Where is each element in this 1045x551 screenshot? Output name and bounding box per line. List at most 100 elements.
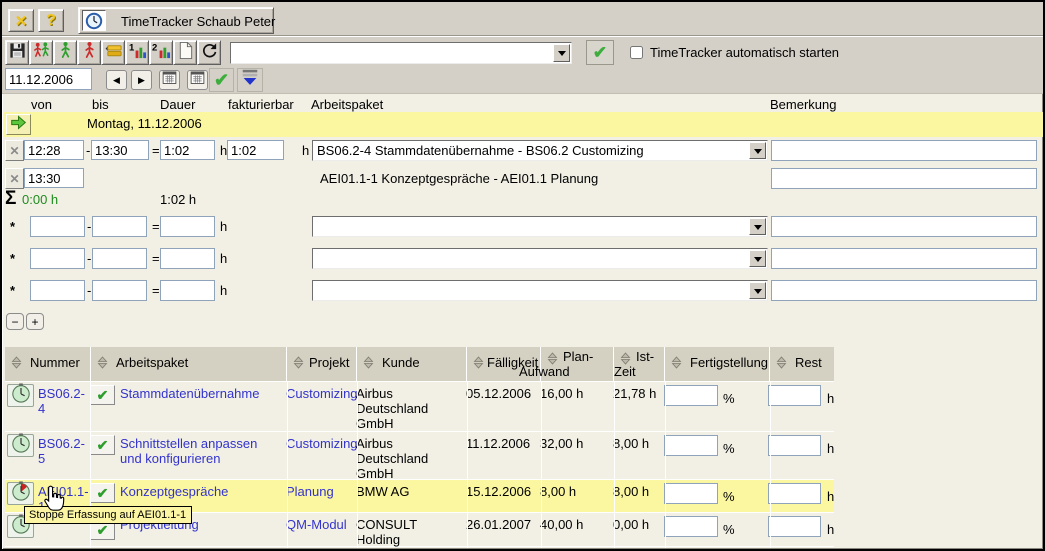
bemerkung-input[interactable] xyxy=(771,168,1037,189)
table-header-rest[interactable]: Rest xyxy=(770,347,834,381)
delete-entry-button[interactable]: ✕ xyxy=(5,140,24,161)
rest-input[interactable] xyxy=(768,435,821,456)
start-recording-button[interactable] xyxy=(53,40,77,65)
table-header-arbeitspaket[interactable]: Arbeitspaket xyxy=(91,347,287,381)
sort-icon[interactable] xyxy=(776,356,787,374)
refresh-button[interactable] xyxy=(197,40,221,65)
table-header-kunde[interactable]: Kunde xyxy=(357,347,467,381)
remove-row-button[interactable]: − xyxy=(6,313,24,330)
stop-recording-button[interactable] xyxy=(77,40,101,65)
fertigstellung-input[interactable] xyxy=(664,385,718,406)
arbeitspaket-combobox[interactable]: BS06.2-4 Stammdatenübernahme - BS06.2 Cu… xyxy=(312,140,768,161)
bemerkung-input[interactable] xyxy=(771,280,1037,301)
sort-icon[interactable] xyxy=(293,356,304,374)
nummer-link[interactable]: BS06.2-4 xyxy=(38,386,88,416)
von-input[interactable] xyxy=(30,280,85,301)
combobox-arrow-button[interactable] xyxy=(749,250,766,267)
projekt-link[interactable]: Planung xyxy=(286,484,334,499)
table-row[interactable]: BS06.2-4 ✔ Stammdatenübernahme Customizi… xyxy=(5,382,834,432)
projekt-link[interactable]: Customizing xyxy=(286,436,358,451)
bis-input[interactable] xyxy=(92,216,147,237)
von-input[interactable] xyxy=(30,248,85,269)
fertigstellung-input[interactable] xyxy=(664,516,718,537)
rest-input[interactable] xyxy=(768,483,821,504)
projekt-link[interactable]: Customizing xyxy=(286,386,358,401)
bis-input[interactable] xyxy=(91,140,149,160)
task-combobox[interactable] xyxy=(230,42,572,64)
sort-icon[interactable] xyxy=(671,356,682,374)
sort-icon[interactable] xyxy=(473,356,484,374)
start-timer-button[interactable] xyxy=(7,434,34,457)
confirm-task-button[interactable]: ✔ xyxy=(586,40,614,65)
bemerkung-input[interactable] xyxy=(771,140,1037,161)
report-1-button[interactable]: 1 xyxy=(125,40,149,65)
table-header-nummer[interactable]: Nummer xyxy=(5,347,91,381)
bemerkung-input[interactable] xyxy=(771,248,1037,269)
bis-input[interactable] xyxy=(92,280,147,301)
arbeitspaket-link[interactable]: Konzeptgespräche xyxy=(120,484,282,499)
column-header-bemerkung: Bemerkung xyxy=(770,97,836,112)
sort-icon[interactable] xyxy=(97,356,108,374)
start-timer-button[interactable] xyxy=(7,384,34,407)
fertigstellung-input[interactable] xyxy=(664,483,718,504)
report-2-button[interactable]: 2 xyxy=(149,40,173,65)
combobox-arrow-button[interactable] xyxy=(749,142,766,159)
cursor-hand-icon xyxy=(40,484,70,523)
next-day-button[interactable]: ▶ xyxy=(131,70,152,90)
arbeitspaket-link[interactable]: Stammdatenübernahme xyxy=(120,386,282,401)
start-stop-all-button[interactable] xyxy=(29,40,53,65)
delete-entry-button[interactable]: ✕ xyxy=(5,168,24,189)
combobox-arrow-button[interactable] xyxy=(749,218,766,235)
calendar-button[interactable] xyxy=(159,70,180,90)
close-button[interactable]: ✕ xyxy=(8,9,34,32)
autostart-checkbox[interactable] xyxy=(630,46,643,59)
arbeitspaket-combobox[interactable] xyxy=(312,216,768,237)
fakturierbar-input[interactable] xyxy=(227,140,284,160)
stop-timer-button[interactable] xyxy=(7,482,34,505)
complete-button[interactable]: ✔ xyxy=(90,435,115,455)
nummer-link[interactable]: BS06.2-5 xyxy=(38,436,88,466)
combobox-arrow-button[interactable] xyxy=(749,282,766,299)
combobox-arrow-button[interactable] xyxy=(553,44,570,62)
table-header-ist-zeit[interactable]: Ist-Zeit xyxy=(614,347,665,381)
new-row-marker: * xyxy=(10,283,15,298)
dauer-input[interactable] xyxy=(160,280,215,301)
help-button[interactable]: ? xyxy=(38,9,64,32)
dauer-input[interactable] xyxy=(160,216,215,237)
von-input[interactable] xyxy=(24,140,84,160)
rest-input[interactable] xyxy=(768,385,821,406)
arbeitspaket-link[interactable]: Schnittstellen anpassen und konfiguriere… xyxy=(120,436,282,466)
chart-1-icon: 1 xyxy=(128,41,147,65)
column-header-arbeitspaket: Arbeitspaket xyxy=(311,97,383,112)
app-title-button[interactable]: TimeTracker Schaub Peter xyxy=(78,7,274,34)
add-row-button[interactable]: + xyxy=(26,313,44,330)
projekt-link[interactable]: QM-Modul xyxy=(286,517,347,532)
arbeitspaket-combobox[interactable] xyxy=(312,280,768,301)
complete-button[interactable]: ✔ xyxy=(90,385,115,405)
calendar-week-button[interactable] xyxy=(187,70,208,90)
sort-icon[interactable] xyxy=(363,356,374,374)
fertigstellung-input[interactable] xyxy=(664,435,718,456)
table-header-projekt[interactable]: Projekt xyxy=(287,347,357,381)
show-all-entries-button[interactable] xyxy=(237,68,263,92)
timesheet-button[interactable] xyxy=(101,40,125,65)
previous-day-button[interactable]: ◀ xyxy=(106,70,127,90)
jump-to-day-button[interactable] xyxy=(6,114,31,135)
table-header-plan-aufwand[interactable]: Plan-Aufwand xyxy=(541,347,614,381)
apply-date-button[interactable]: ✔ xyxy=(209,68,234,92)
dauer-input[interactable] xyxy=(160,248,215,269)
von-input[interactable] xyxy=(30,216,85,237)
bemerkung-input[interactable] xyxy=(771,216,1037,237)
new-entry-button[interactable] xyxy=(173,40,197,65)
dauer-input[interactable] xyxy=(160,140,215,160)
complete-button[interactable]: ✔ xyxy=(90,483,115,503)
von-input[interactable] xyxy=(24,168,84,188)
bis-input[interactable] xyxy=(92,248,147,269)
save-button[interactable] xyxy=(5,40,29,65)
sort-icon[interactable] xyxy=(11,356,22,374)
rest-input[interactable] xyxy=(768,516,821,537)
date-input[interactable] xyxy=(5,68,92,90)
table-row[interactable]: BS06.2-5 ✔ Schnittstellen anpassen und k… xyxy=(5,432,834,480)
table-header-fertigstellung[interactable]: Fertigstellung xyxy=(665,347,770,381)
arbeitspaket-combobox[interactable] xyxy=(312,248,768,269)
